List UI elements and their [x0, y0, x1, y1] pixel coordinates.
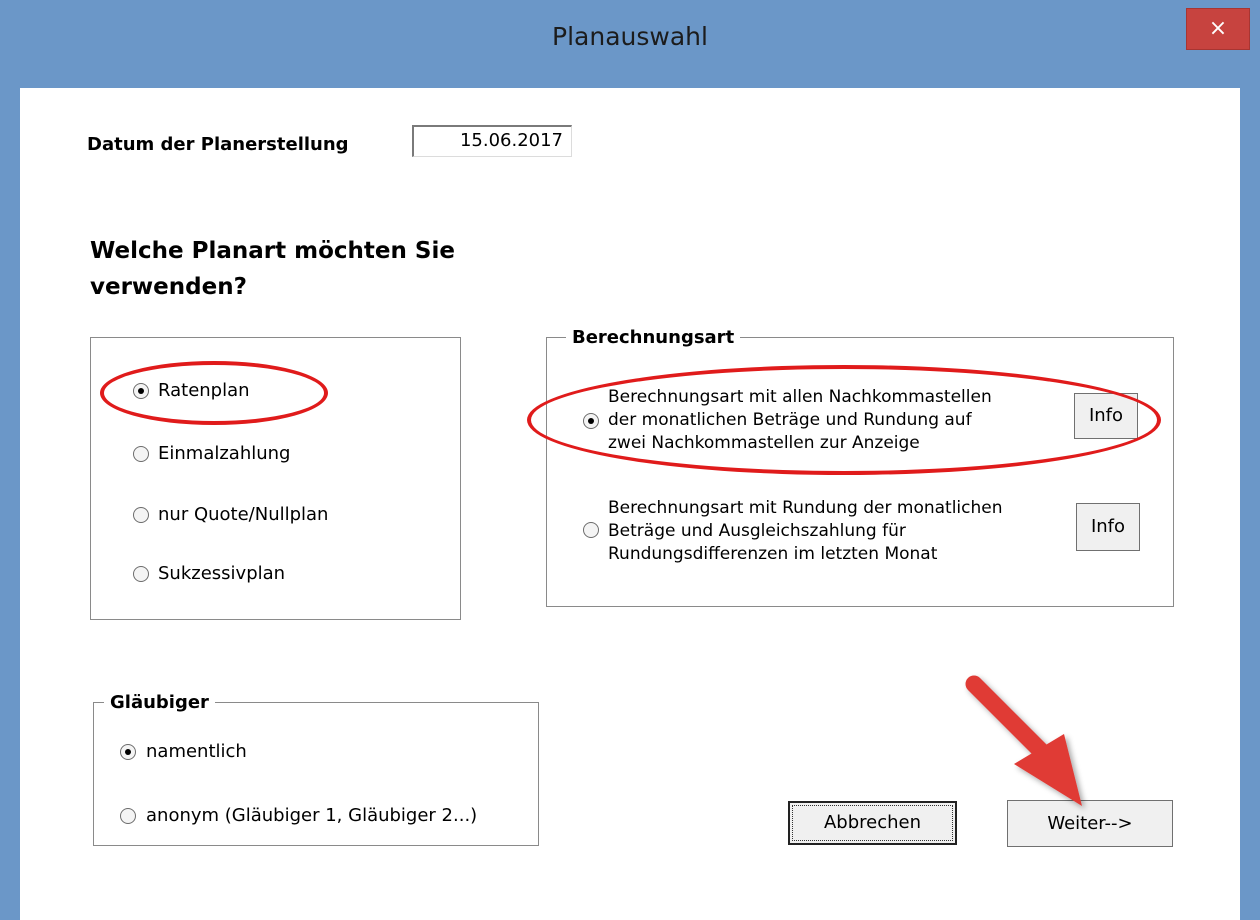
window-title: Planauswahl [552, 22, 708, 51]
radio-button-icon [120, 808, 136, 824]
cancel-button[interactable]: Abbrechen [788, 801, 957, 845]
radio-button-icon [583, 522, 599, 538]
berechnungsart-legend: Berechnungsart [566, 327, 741, 348]
radio-namentlich[interactable]: namentlich [120, 741, 420, 766]
close-icon: × [1208, 16, 1228, 41]
radio-button-icon [133, 507, 149, 523]
radio-label: anonym (Gläubiger 1, Gläubiger 2...) [146, 805, 478, 826]
cancel-button-label: Abbrechen [792, 805, 953, 841]
radio-label-multiline: Berechnungsart mit Rundung der monatlich… [608, 497, 1003, 566]
question-line-1: Welche Planart möchten Sie [90, 238, 455, 264]
annotation-ellipse-berechnungsart [527, 365, 1161, 475]
radio-label-line: Rundungsdifferenzen im letzten Monat [608, 544, 938, 564]
radio-sukzessivplan[interactable]: Sukzessivplan [133, 563, 433, 588]
plan-type-question: Welche Planart möchten Sie verwenden? [90, 233, 455, 305]
info-button-2[interactable]: Info [1076, 503, 1140, 551]
annotation-ellipse-ratenplan [100, 361, 328, 425]
radio-berechnungsart-rundung[interactable]: Berechnungsart mit Rundung der monatlich… [583, 497, 1063, 567]
radio-label-line: Berechnungsart mit Rundung der monatlich… [608, 498, 1003, 518]
radio-nur-quote-nullplan[interactable]: nur Quote/Nullplan [133, 504, 433, 529]
question-line-2: verwenden? [90, 274, 247, 300]
radio-label: namentlich [146, 741, 247, 762]
date-field[interactable]: 15.06.2017 [412, 125, 572, 157]
radio-anonym[interactable]: anonym (Gläubiger 1, Gläubiger 2...) [120, 805, 530, 830]
annotation-arrow-icon [965, 675, 1082, 806]
glaeubiger-legend: Gläubiger [104, 692, 215, 713]
close-button[interactable]: × [1186, 8, 1250, 50]
date-label: Datum der Planerstellung [87, 134, 349, 155]
radio-label-line: Beträge und Ausgleichszahlung für [608, 521, 906, 541]
radio-label: Sukzessivplan [158, 563, 286, 584]
radio-einmalzahlung[interactable]: Einmalzahlung [133, 443, 433, 468]
radio-button-icon [120, 744, 136, 760]
radio-button-icon [133, 446, 149, 462]
radio-label: nur Quote/Nullplan [158, 504, 329, 525]
radio-button-icon [133, 566, 149, 582]
radio-label: Einmalzahlung [158, 443, 291, 464]
title-bar[interactable]: Planauswahl [0, 0, 1260, 88]
